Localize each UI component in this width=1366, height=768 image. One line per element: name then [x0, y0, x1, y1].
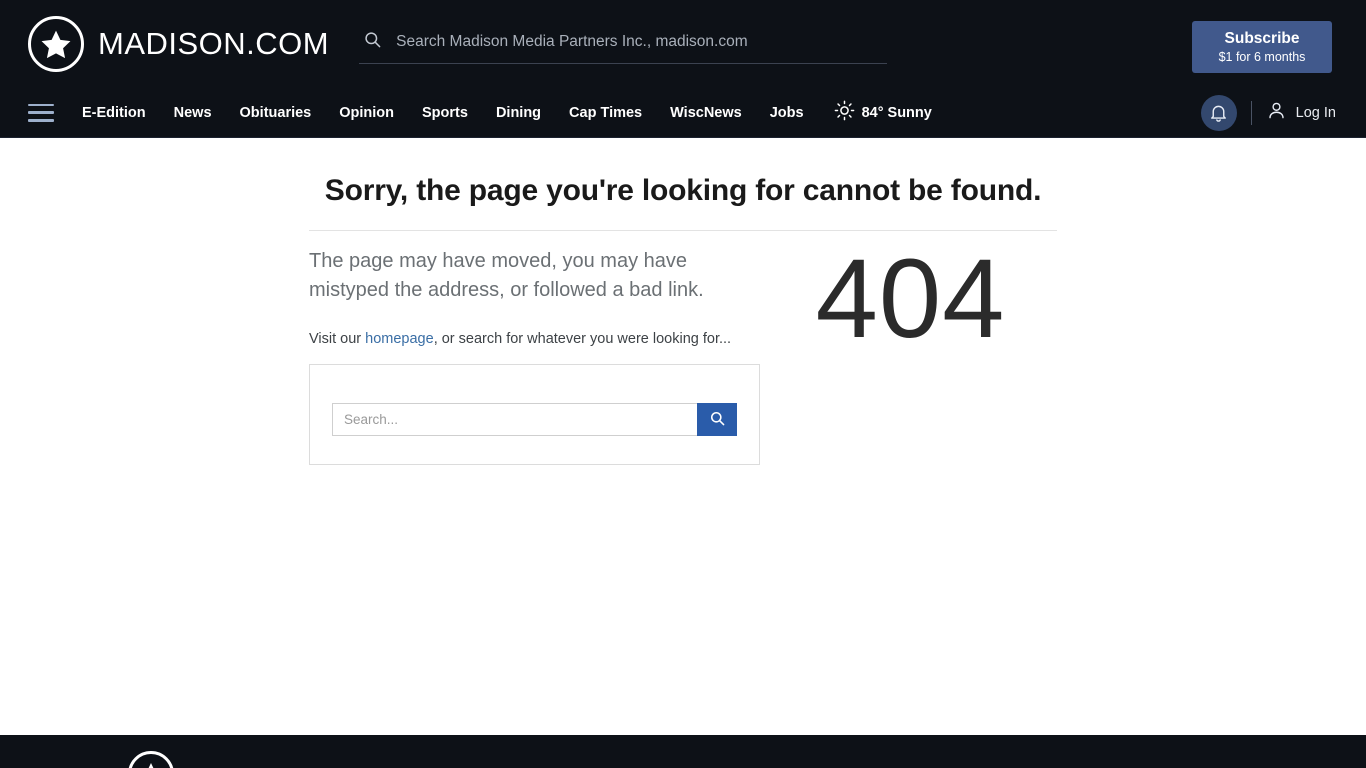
homepage-hint-prefix: Visit our: [309, 331, 366, 347]
page-title: Sorry, the page you're looking for canno…: [324, 174, 1042, 207]
nav-link-label[interactable]: News: [174, 105, 212, 121]
login-button[interactable]: Log In: [1266, 100, 1336, 125]
nav-item-opinion[interactable]: Opinion: [339, 104, 394, 122]
star-in-circle-icon[interactable]: [128, 751, 174, 768]
nav-item-news[interactable]: News: [174, 104, 212, 122]
search-icon: [363, 30, 382, 54]
subscribe-button[interactable]: Subscribe $1 for 6 months: [1192, 21, 1332, 73]
homepage-hint: Visit our homepage, or search for whatev…: [309, 331, 764, 347]
nav-item-e-edition[interactable]: E-Edition: [82, 104, 146, 122]
nav-link-label[interactable]: E-Edition: [82, 105, 146, 121]
error-left-column: The page may have moved, you may have mi…: [309, 231, 764, 465]
search-icon: [709, 410, 726, 430]
error-description: The page may have moved, you may have mi…: [309, 250, 704, 301]
nav-link-label[interactable]: Cap Times: [569, 105, 642, 121]
nav-link-list: E-Edition News Obituaries Opinion Sports…: [82, 104, 804, 122]
subscribe-sublabel: $1 for 6 months: [1218, 49, 1306, 64]
nav-link-label[interactable]: Obituaries: [240, 105, 312, 121]
error-code: 404: [815, 236, 1006, 361]
hamburger-menu-icon[interactable]: [28, 103, 54, 122]
error-page-main: Sorry, the page you're looking for canno…: [0, 138, 1366, 735]
nav-link-label[interactable]: Opinion: [339, 105, 394, 121]
subscribe-label: Subscribe: [1224, 29, 1300, 47]
nav-link-label[interactable]: Sports: [422, 105, 468, 121]
nav-item-wiscnews[interactable]: WiscNews: [670, 104, 742, 122]
star-in-circle-icon: [28, 16, 84, 72]
primary-navigation: E-Edition News Obituaries Opinion Sports…: [0, 88, 1366, 138]
weather-widget[interactable]: 84° Sunny: [834, 100, 932, 125]
homepage-hint-suffix: , or search for whatever you were lookin…: [433, 331, 732, 347]
error-search-card: [309, 364, 760, 465]
login-label: Log In: [1295, 104, 1336, 121]
homepage-link[interactable]: homepage: [365, 331, 434, 347]
error-right-column: 404: [764, 231, 1057, 355]
nav-item-obituaries[interactable]: Obituaries: [240, 104, 312, 122]
content-container: Sorry, the page you're looking for canno…: [309, 174, 1057, 465]
user-icon: [1266, 100, 1287, 125]
site-search-input[interactable]: [394, 32, 884, 52]
weather-label: 84° Sunny: [861, 104, 932, 121]
nav-divider: [1250, 100, 1252, 125]
nav-item-sports[interactable]: Sports: [422, 104, 468, 122]
error-search-row: [332, 403, 737, 436]
error-search-button[interactable]: [697, 403, 737, 436]
nav-utilities: Log In: [1200, 94, 1336, 131]
nav-link-label[interactable]: WiscNews: [670, 105, 742, 121]
site-logo-text: MADISON.COM: [98, 26, 330, 61]
sun-icon: [834, 100, 855, 125]
error-columns: The page may have moved, you may have mi…: [309, 231, 1057, 465]
bell-icon[interactable]: [1200, 94, 1237, 131]
nav-link-label[interactable]: Dining: [496, 105, 541, 121]
site-footer: [0, 735, 1366, 768]
error-search-input[interactable]: [332, 403, 697, 436]
nav-item-dining[interactable]: Dining: [496, 104, 541, 122]
site-masthead: MADISON.COM Subscribe $1 for 6 months: [0, 0, 1366, 88]
nav-item-jobs[interactable]: Jobs: [770, 104, 804, 122]
site-search[interactable]: [359, 24, 888, 64]
nav-item-cap-times[interactable]: Cap Times: [569, 104, 642, 122]
nav-link-label[interactable]: Jobs: [770, 105, 804, 121]
site-logo[interactable]: MADISON.COM: [28, 16, 329, 72]
